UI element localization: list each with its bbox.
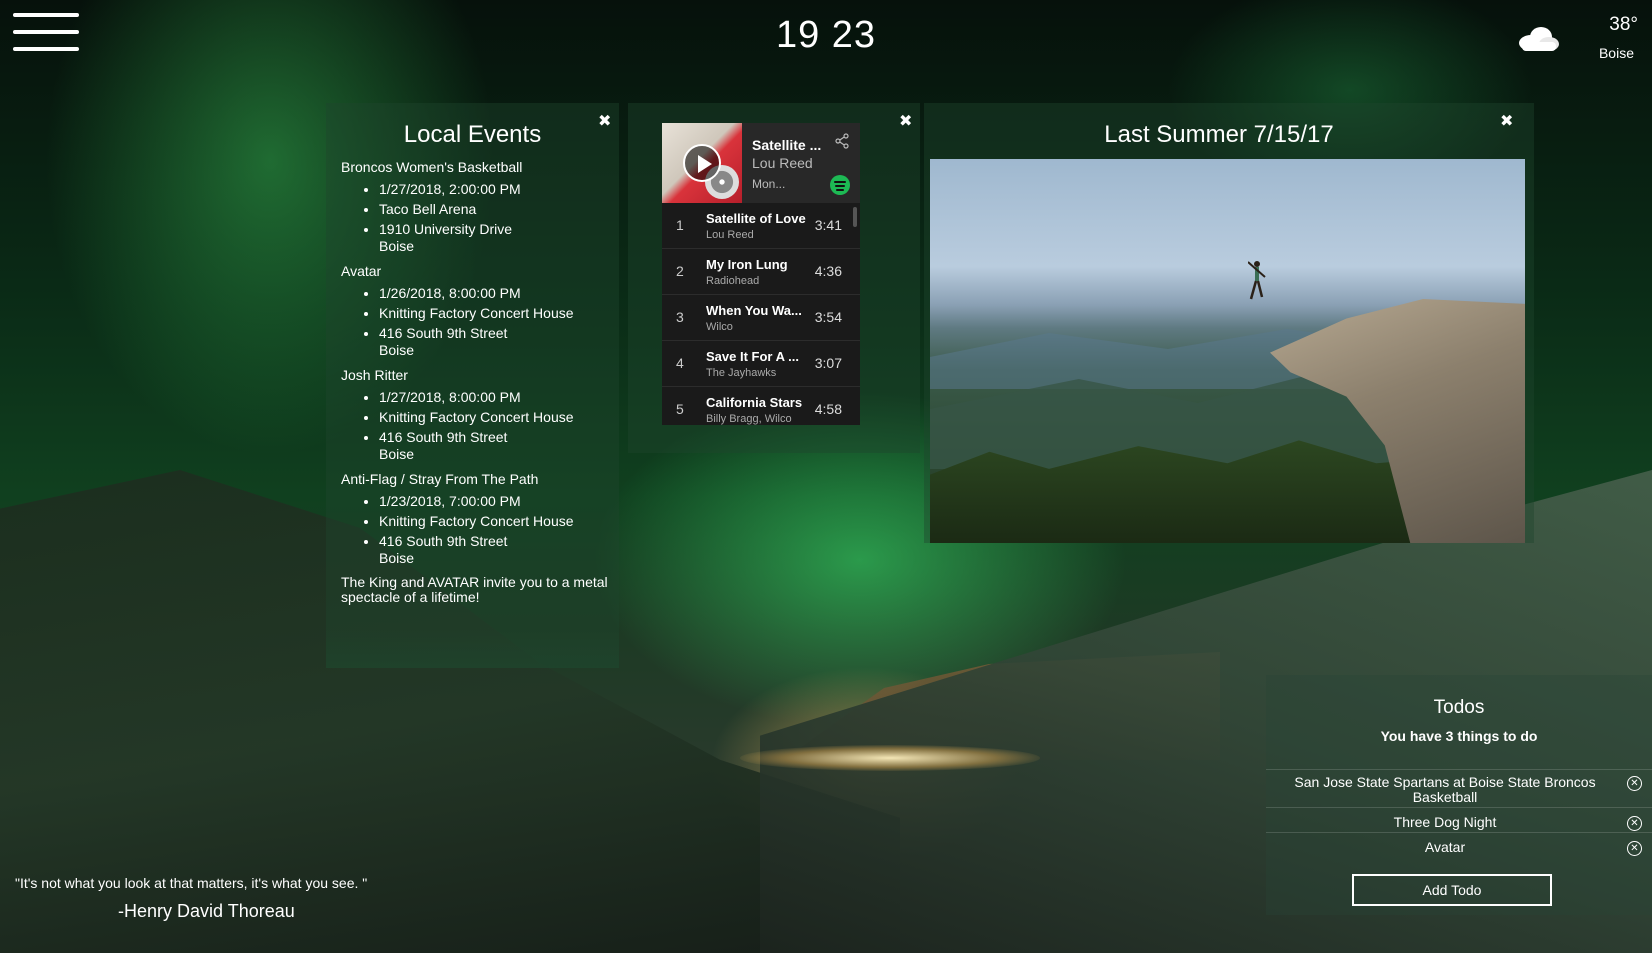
event-item[interactable]: Anti-Flag / Stray From The Path 1/23/201… (341, 471, 611, 567)
track-duration: 4:58 (814, 401, 842, 417)
spotify-player: Satellite ... Lou Reed Mon... 1 Satellit… (662, 123, 860, 425)
background-town-lights (740, 745, 1040, 771)
track-row[interactable]: 5 California Stars Billy Bragg, Wilco 4:… (662, 387, 860, 425)
event-datetime: 1/27/2018, 8:00:00 PM (379, 389, 611, 406)
event-city: Boise (379, 342, 415, 358)
weather-temperature: 38° (1609, 14, 1638, 35)
event-venue: Knitting Factory Concert House (379, 513, 611, 530)
event-venue: Knitting Factory Concert House (379, 305, 611, 322)
track-duration: 3:41 (814, 217, 842, 233)
track-number: 5 (676, 401, 684, 417)
share-icon[interactable] (834, 133, 850, 149)
track-list: 1 Satellite of Love Lou Reed 3:41 2 My I… (662, 203, 860, 425)
todos-title: Todos (1433, 697, 1485, 718)
track-artist: The Jayhawks (706, 367, 777, 379)
event-item[interactable]: Broncos Women's Basketball 1/27/2018, 2:… (341, 159, 611, 255)
track-row[interactable]: 1 Satellite of Love Lou Reed 3:41 (662, 203, 860, 249)
quote-text: "It's not what you look at that matters,… (15, 875, 368, 891)
track-name: Satellite of Love (706, 211, 806, 226)
track-artist: Billy Bragg, Wilco (706, 413, 792, 425)
photo-panel: Last Summer 7/15/17 ✖ (924, 103, 1534, 543)
weather-widget: 38° Boise (1498, 14, 1638, 64)
spotify-logo-icon[interactable] (830, 175, 850, 195)
todo-divider (1266, 769, 1652, 770)
event-address: 416 South 9th StreetBoise (379, 429, 611, 463)
close-spotify-icon[interactable]: ✖ (899, 114, 912, 130)
weather-city: Boise (1598, 45, 1634, 61)
track-duration: 3:07 (814, 355, 842, 371)
event-city: Boise (379, 446, 415, 462)
event-name: Broncos Women's Basketball (341, 159, 523, 175)
track-row[interactable]: 4 Save It For A ... The Jayhawks 3:07 (662, 341, 860, 387)
event-address: 416 South 9th StreetBoise (379, 533, 611, 567)
remove-todo-icon[interactable]: ✕ (1627, 841, 1642, 856)
event-address: 1910 University DriveBoise (379, 221, 611, 255)
event-city: Boise (379, 238, 415, 254)
track-list-scrollbar[interactable] (853, 207, 857, 227)
now-playing-artist: Lou Reed (752, 155, 813, 171)
events-fade (326, 628, 619, 668)
todo-label: Three Dog Night (1393, 814, 1497, 830)
local-events-panel: Local Events ✖ Broncos Women's Basketbal… (326, 103, 619, 668)
event-city: Boise (379, 550, 415, 566)
event-datetime: 1/26/2018, 8:00:00 PM (379, 285, 611, 302)
track-row[interactable]: 3 When You Wa... Wilco 3:54 (662, 295, 860, 341)
track-duration: 4:36 (814, 263, 842, 279)
event-name: Josh Ritter (341, 367, 408, 383)
track-number: 2 (676, 263, 684, 279)
event-item[interactable]: Josh Ritter 1/27/2018, 8:00:00 PM Knitti… (341, 367, 611, 463)
close-photo-icon[interactable]: ✖ (1500, 114, 1513, 130)
remove-todo-icon[interactable]: ✕ (1627, 816, 1642, 831)
todo-item[interactable]: San Jose State Spartans at Boise State B… (1266, 775, 1652, 805)
todo-item[interactable]: Avatar ✕ (1266, 840, 1652, 864)
events-title: Local Events (403, 121, 542, 148)
todo-label: Avatar (1424, 839, 1466, 855)
todo-label: San Jose State Spartans at Boise State B… (1294, 774, 1596, 805)
event-name: Anti-Flag / Stray From The Path (341, 471, 539, 487)
track-artist: Lou Reed (706, 229, 754, 241)
events-list: Broncos Women's Basketball 1/27/2018, 2:… (341, 159, 611, 605)
photo-image (930, 159, 1525, 543)
todos-panel: Todos You have 3 things to do San Jose S… (1266, 675, 1652, 915)
track-name: My Iron Lung (706, 257, 788, 272)
event-venue: Taco Bell Arena (379, 201, 611, 218)
photo-title: Last Summer 7/15/17 (1104, 121, 1334, 148)
track-row[interactable]: 2 My Iron Lung Radiohead 4:36 (662, 249, 860, 295)
track-name: Save It For A ... (706, 349, 799, 364)
track-number: 1 (676, 217, 684, 233)
event-address: 416 South 9th StreetBoise (379, 325, 611, 359)
track-number: 4 (676, 355, 684, 371)
track-name: When You Wa... (706, 303, 802, 318)
remove-todo-icon[interactable]: ✕ (1627, 776, 1642, 791)
todo-item[interactable]: Three Dog Night ✕ (1266, 815, 1652, 839)
add-todo-button[interactable]: Add Todo (1352, 874, 1552, 906)
todo-divider (1266, 832, 1652, 833)
now-playing-album: Mon... (752, 177, 786, 191)
event-venue: Knitting Factory Concert House (379, 409, 611, 426)
event-item[interactable]: Avatar 1/26/2018, 8:00:00 PM Knitting Fa… (341, 263, 611, 359)
track-artist: Wilco (706, 321, 733, 333)
track-duration: 3:54 (814, 309, 842, 325)
track-artist: Radiohead (706, 275, 760, 287)
spotify-panel: ✖ Satellite ... Lou Reed Mon... 1 Satell… (628, 103, 920, 453)
now-playing-title: Satellite ... (752, 137, 822, 153)
todos-count: You have 3 things to do (1380, 728, 1538, 744)
event-datetime: 1/23/2018, 7:00:00 PM (379, 493, 611, 510)
play-button[interactable] (683, 144, 721, 182)
event-name: Avatar (341, 263, 382, 279)
cloud-icon (1519, 27, 1559, 51)
quote-author: -Henry David Thoreau (118, 901, 295, 921)
now-playing-header: Satellite ... Lou Reed Mon... (662, 123, 860, 203)
track-number: 3 (676, 309, 684, 325)
close-events-icon[interactable]: ✖ (598, 114, 611, 130)
hiker-figure (1248, 261, 1266, 300)
event-datetime: 1/27/2018, 2:00:00 PM (379, 181, 611, 198)
todo-divider (1266, 807, 1652, 808)
clock: 19 23 (775, 14, 877, 56)
track-name: California Stars (706, 395, 803, 410)
event-description: The King and AVATAR invite you to a meta… (341, 574, 608, 605)
